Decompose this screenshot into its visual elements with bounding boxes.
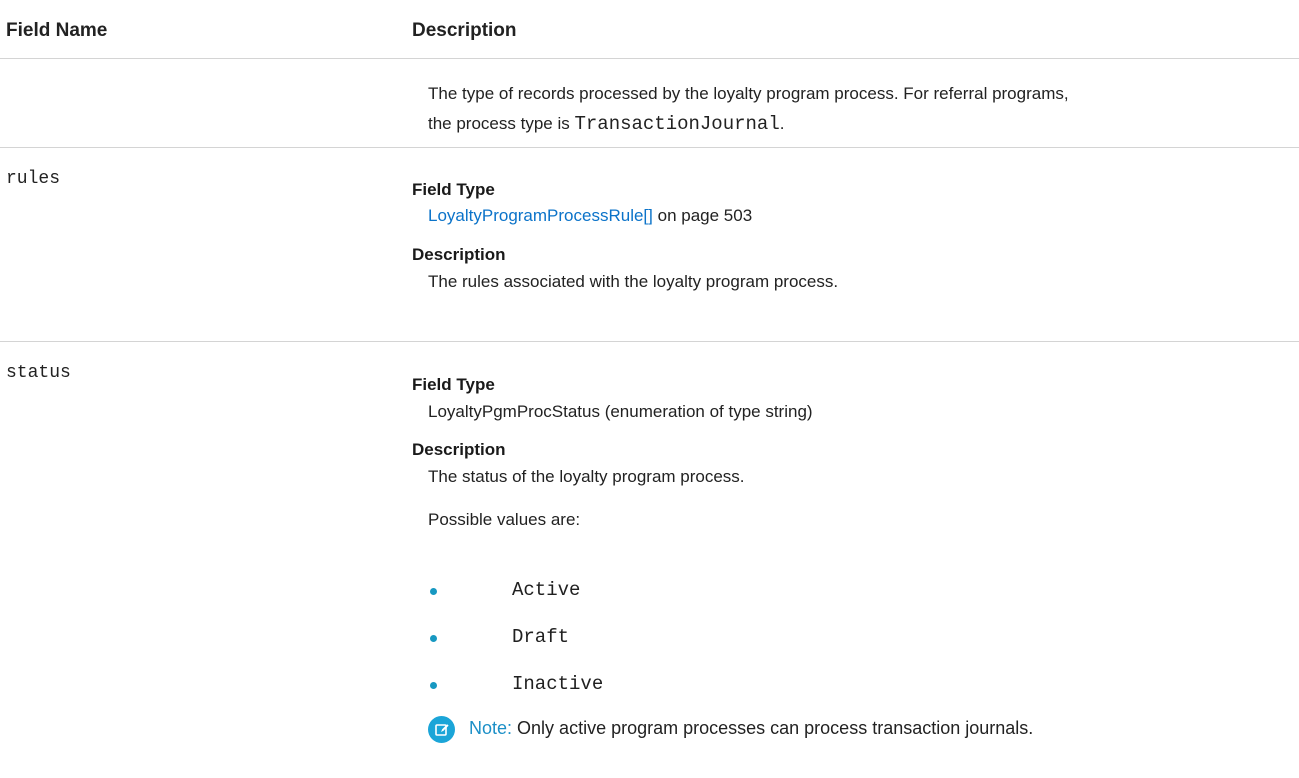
processtype-description-line2: the process type is TransactionJournal. xyxy=(428,113,785,135)
rules-field-type-label: Field Type xyxy=(412,180,495,199)
rules-field-type-link[interactable]: LoyaltyProgramProcessRule[] xyxy=(428,206,653,225)
status-field-type: LoyaltyPgmProcStatus (enumeration of typ… xyxy=(428,402,813,421)
field-name-rules: rules xyxy=(6,169,61,189)
note: Note: Only active program processes can … xyxy=(469,718,1033,739)
rules-field-type: LoyaltyProgramProcessRule[] on page 503 xyxy=(428,201,752,231)
column-header-field-name: Field Name xyxy=(6,20,108,41)
bullet-icon xyxy=(430,682,437,689)
row-divider-2 xyxy=(0,341,1299,342)
processtype-code: TransactionJournal xyxy=(574,113,780,135)
status-field-type-label: Field Type xyxy=(412,375,495,394)
note-label: Note: xyxy=(469,718,513,738)
note-text: Only active program processes can proces… xyxy=(517,718,1034,738)
processtype-description: The type of records processed by the loy… xyxy=(428,79,1298,139)
status-possible-values-intro: Possible values are: xyxy=(428,510,581,529)
status-value-item: Inactive xyxy=(512,673,604,695)
bullet-icon xyxy=(430,635,437,642)
rules-description-label: Description xyxy=(412,245,506,264)
row-divider-1 xyxy=(0,147,1299,148)
processtype-description-line1: The type of records processed by the loy… xyxy=(428,84,1069,103)
status-description-label: Description xyxy=(412,440,506,459)
pencil-glyph xyxy=(434,723,449,736)
rules-description: The rules associated with the loyalty pr… xyxy=(428,272,839,291)
column-header-description: Description xyxy=(412,20,517,41)
status-value-item: Draft xyxy=(512,626,570,648)
field-name-status: status xyxy=(6,363,71,383)
status-value-item: Active xyxy=(512,579,581,601)
bullet-icon xyxy=(430,588,437,595)
status-description: The status of the loyalty program proces… xyxy=(428,467,745,486)
header-divider xyxy=(0,58,1299,59)
edit-note-icon xyxy=(428,716,455,743)
rules-field-type-page: on page 503 xyxy=(657,206,753,225)
